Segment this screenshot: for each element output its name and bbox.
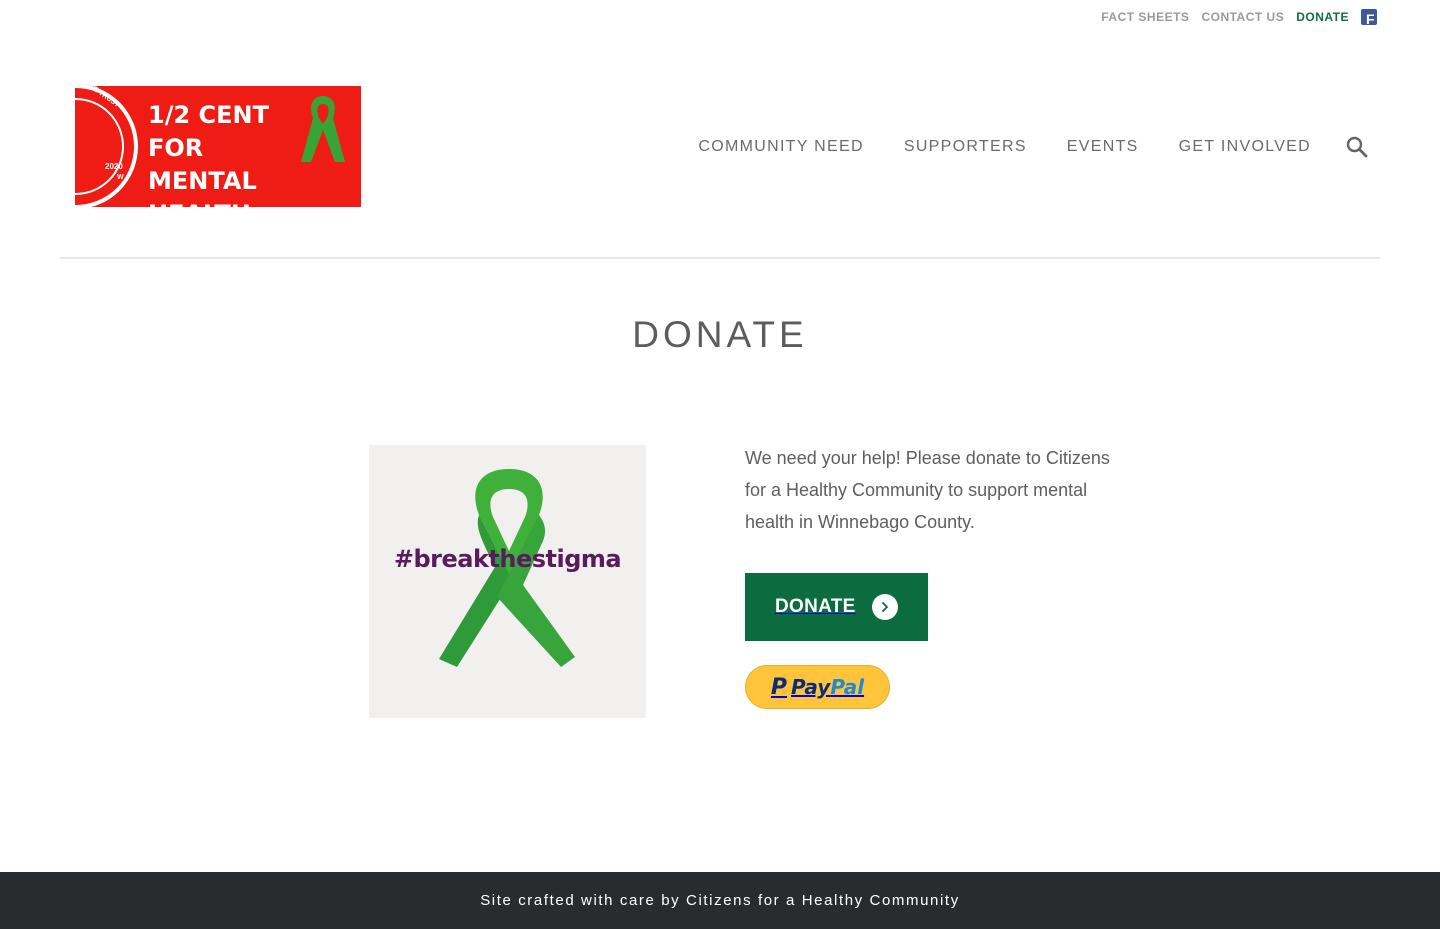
donate-button[interactable]: DONATE [745,573,928,641]
utility-nav: FACT SHEETS CONTACT US DONATE f [1101,9,1377,26]
facebook-icon[interactable]: f [1361,9,1377,26]
util-link-fact-sheets[interactable]: FACT SHEETS [1101,10,1189,24]
util-link-donate[interactable]: DONATE [1296,10,1349,24]
donate-button-label: DONATE [775,596,856,617]
donate-description: We need your help! Please donate to Citi… [745,448,1110,532]
main-nav: COMMUNITY NEED SUPPORTERS EVENTS GET INV… [698,136,1368,158]
ribbon-icon [301,96,345,162]
nav-community-need[interactable]: COMMUNITY NEED [698,138,863,156]
util-link-contact-us[interactable]: CONTACT US [1201,10,1284,24]
nav-supporters[interactable]: SUPPORTERS [904,138,1027,156]
chevron-right-icon [871,594,898,620]
page-title: DONATE [632,314,808,355]
search-icon[interactable] [1346,136,1368,158]
paypal-p-icon: P [770,674,788,700]
paypal-text-pal: Pal [830,675,865,699]
hashtag-text: #breakthestigma [393,545,622,573]
coin-mint-mark: W [117,174,124,181]
paypal-text-pay: Pay [791,675,831,699]
nav-events[interactable]: EVENTS [1067,138,1139,156]
paypal-button[interactable]: P Pay Pal [745,665,890,709]
site-footer: Site crafted with care by Citizens for a… [0,872,1440,929]
break-the-stigma-image: #breakthestigma [369,445,646,718]
nav-get-involved[interactable]: GET INVOLVED [1179,138,1311,156]
header-divider [60,257,1380,259]
logo-line-3: MENTAL HEALTH [148,167,257,207]
site-logo[interactable]: WE TRUST 2020 W 1/2 CENT FOR MENTAL HEAL… [75,86,361,207]
coin-year: 2020 [105,162,123,171]
footer-credit: Site crafted with care by Citizens for a… [480,892,960,909]
